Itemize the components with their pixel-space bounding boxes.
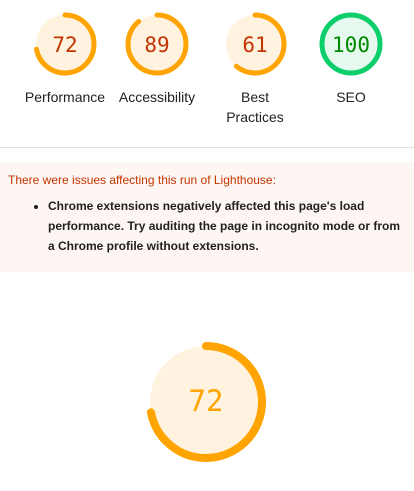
gauge-best-practices-ring: 61 xyxy=(223,12,287,76)
gauge-best-practices[interactable]: 61 Best Practices xyxy=(205,10,305,127)
warning-item: Chrome extensions negatively affected th… xyxy=(48,196,406,256)
gauge-label: SEO xyxy=(336,89,366,105)
lighthouse-report: 72 Performance 89 Accessibility 61 Best … xyxy=(0,0,414,491)
warning-title: There were issues affecting this run of … xyxy=(8,173,276,187)
gauge-seo[interactable]: 100 SEO xyxy=(301,10,401,107)
section-divider xyxy=(0,147,414,148)
gauge-label: Best Practices xyxy=(226,89,284,125)
gauge-seo-ring: 100 xyxy=(319,12,383,76)
performance-main-gauge: 72 xyxy=(142,338,270,466)
gauge-performance[interactable]: 72 Performance xyxy=(15,10,115,107)
main-gauge-ring: 72 xyxy=(146,342,266,462)
gauge-score: 72 xyxy=(52,33,77,57)
gauge-performance-ring: 72 xyxy=(33,12,97,76)
gauge-score: 100 xyxy=(332,33,370,57)
gauge-score: 61 xyxy=(242,33,267,57)
gauge-accessibility[interactable]: 89 Accessibility xyxy=(107,10,207,107)
score-gauges: 72 Performance 89 Accessibility 61 Best … xyxy=(0,0,414,147)
gauge-score: 89 xyxy=(144,33,169,57)
run-warnings: There were issues affecting this run of … xyxy=(0,162,414,272)
gauge-accessibility-ring: 89 xyxy=(125,12,189,76)
main-gauge-score: 72 xyxy=(189,384,224,418)
gauge-label: Performance xyxy=(24,89,106,105)
gauge-label: Accessibility xyxy=(118,89,196,105)
warning-list: Chrome extensions negatively affected th… xyxy=(8,196,406,256)
